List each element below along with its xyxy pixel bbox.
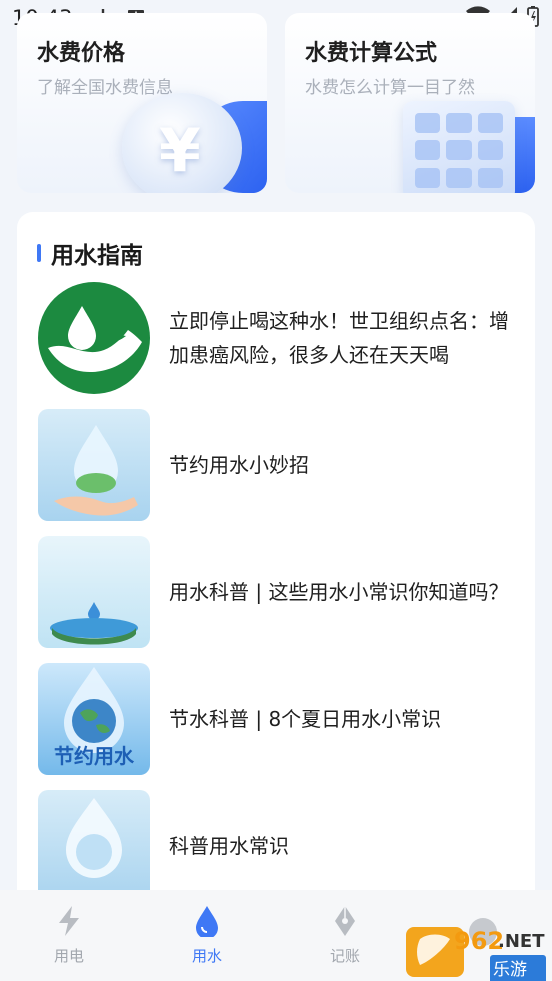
- nav-water[interactable]: 用水: [138, 890, 276, 981]
- article-item[interactable]: 用水科普 | 这些用水小常识你知道吗？: [38, 536, 518, 648]
- nav-label: 用电: [53, 947, 84, 965]
- thumbnail-caption: 节约用水: [54, 744, 134, 768]
- article-item[interactable]: 立即停止喝这种水！世卫组织点名：增加患癌风险，很多人还在天天喝: [38, 282, 518, 394]
- water-formula-title: 水费计算公式: [305, 41, 438, 66]
- article-thumbnail-hand-drop: [38, 409, 150, 521]
- watermark-number: 962: [454, 927, 505, 955]
- article-thumbnail-water-logo: [38, 282, 150, 394]
- article-item[interactable]: 节约用水小妙招: [38, 409, 518, 521]
- article-title: 科普用水常识: [169, 834, 289, 858]
- yuan-symbol: ¥: [159, 116, 201, 186]
- article-thumbnail-globe-drop: [38, 790, 150, 902]
- article-title: 用水科普 | 这些用水小常识你知道吗？: [169, 580, 509, 604]
- article-thumbnail-earth-ripple: [38, 536, 150, 648]
- article-item[interactable]: 科普用水常识: [38, 790, 518, 902]
- water-price-subtitle: 了解全国水费信息: [37, 78, 173, 98]
- watermark-suffix: .NET: [498, 931, 545, 952]
- water-drop-icon: [191, 905, 223, 937]
- nav-label: 用水: [191, 947, 222, 965]
- accent-bar: [37, 244, 41, 262]
- water-price-title: 水费价格: [37, 41, 126, 66]
- water-formula-subtitle: 水费怎么计算一目了然: [305, 78, 475, 98]
- guide-title: 用水指南: [51, 243, 143, 269]
- nav-accounting[interactable]: 记账: [276, 890, 414, 981]
- site-watermark: 962 .NET 乐游网: [406, 925, 546, 981]
- watermark-subtext: 乐游网: [490, 955, 546, 981]
- pen-nib-icon: [329, 905, 361, 937]
- calculator-icon: [403, 101, 515, 193]
- water-price-card[interactable]: 水费价格 了解全国水费信息 ¥: [17, 13, 267, 193]
- nav-electricity[interactable]: 用电: [0, 890, 138, 981]
- water-guide-panel: 用水指南 立即停止喝这种水！世卫组织点名：增加患癌风险，很多人还在天天喝 节约用…: [17, 212, 535, 912]
- article-title: 立即停止喝这种水！世卫组织点名：增加患癌风险，很多人还在天天喝: [169, 309, 509, 367]
- nav-label: 记账: [329, 947, 360, 965]
- article-thumbnail-earth-drop: 节约用水: [38, 663, 150, 775]
- lightning-icon: [53, 905, 85, 937]
- article-title: 节水科普 | 8个夏日用水小常识: [169, 707, 442, 731]
- guide-header: 用水指南: [37, 236, 143, 270]
- water-formula-card[interactable]: 水费计算公式 水费怎么计算一目了然: [285, 13, 535, 193]
- article-title: 节约用水小妙招: [169, 453, 309, 477]
- article-item[interactable]: 节约用水 节水科普 | 8个夏日用水小常识: [38, 663, 518, 775]
